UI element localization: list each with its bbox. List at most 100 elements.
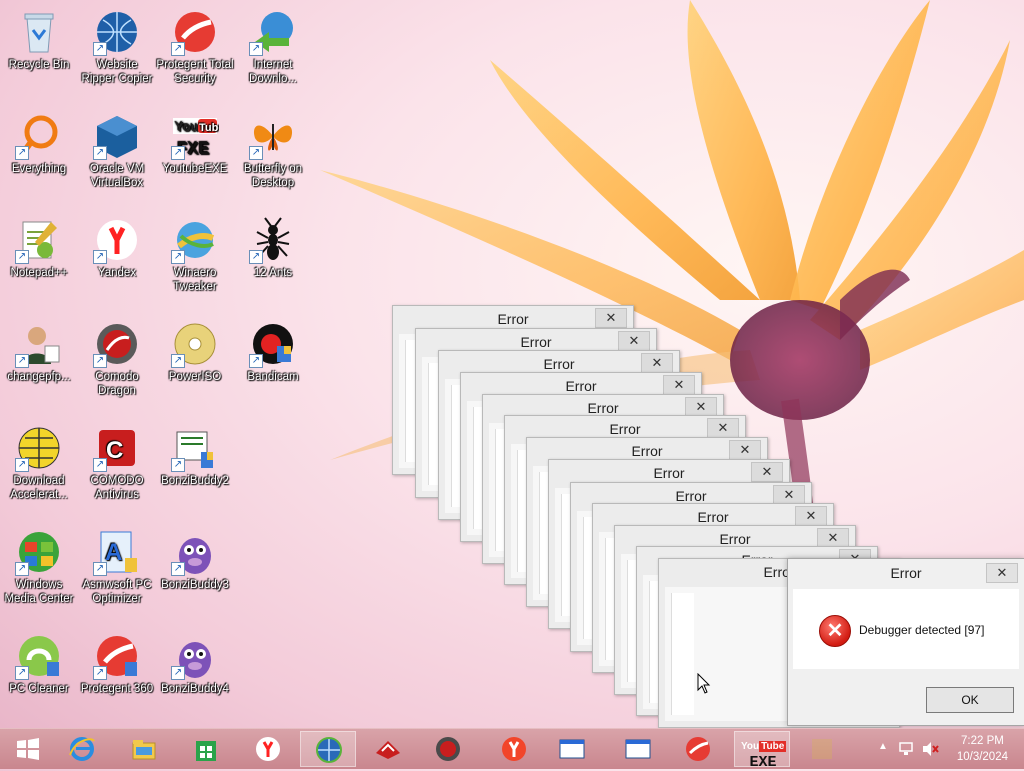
- desktop-icon[interactable]: ↗ Notepad++: [0, 210, 78, 310]
- desktop-icon[interactable]: ↗ BonziBuddy3: [156, 522, 234, 622]
- taskbar-button[interactable]: [544, 731, 600, 767]
- desktop-icon[interactable]: ↗ Yandex: [78, 210, 156, 310]
- protegent-360-icon: ↗: [93, 632, 141, 680]
- windows-store-icon: [192, 735, 220, 763]
- desktop-icon[interactable]: ↗ Everything: [0, 106, 78, 206]
- close-button[interactable]: ✕: [707, 418, 739, 438]
- desktop-icon[interactable]: ↗ PowerISO: [156, 314, 234, 414]
- blank-app-icon: [808, 735, 836, 763]
- shortcut-arrow-icon: ↗: [249, 42, 263, 56]
- close-button[interactable]: ✕: [817, 528, 849, 548]
- desktop-icon[interactable]: ↗ Download Accelerat...: [0, 418, 78, 518]
- volume-muted-icon[interactable]: [922, 741, 940, 757]
- desktop-icon[interactable]: A ↗ Asmwsoft PC Optimizer: [78, 522, 156, 622]
- bonzi-icon: ↗: [171, 528, 219, 576]
- taskbar-button[interactable]: [240, 731, 296, 767]
- close-button[interactable]: ✕: [986, 563, 1018, 583]
- desktop-icon[interactable]: ↗ BonziBuddy4: [156, 626, 234, 726]
- user-avatar-icon: ↗: [15, 320, 63, 368]
- desktop-icon[interactable]: ↗ Protegent Total Security: [156, 2, 234, 102]
- shortcut-arrow-icon: ↗: [171, 250, 185, 264]
- window-icon: [624, 735, 652, 763]
- desktop-icon-label: YoutubeEXE: [162, 163, 228, 175]
- desktop-icon[interactable]: ↗ Protegent 360: [78, 626, 156, 726]
- taskbar-button[interactable]: [610, 731, 666, 767]
- desktop-icon[interactable]: ↗ PC Cleaner: [0, 626, 78, 726]
- installer-icon: ↗: [171, 424, 219, 472]
- close-button[interactable]: ✕: [729, 440, 761, 460]
- desktop-icon-label: Butterfly on Desktop: [243, 163, 303, 189]
- desktop-icon-label: Website Ripper Copier: [81, 59, 153, 85]
- notepad-plus-plus-icon: ↗: [15, 216, 63, 264]
- close-button[interactable]: ✕: [773, 485, 805, 505]
- desktop-icon[interactable]: Recycle Bin: [0, 2, 78, 102]
- everything-search-icon: ↗: [15, 112, 63, 160]
- close-button[interactable]: ✕: [751, 462, 783, 482]
- desktop-icon[interactable]: ↗ BonziBuddy2: [156, 418, 234, 518]
- taskbar-button[interactable]: [670, 731, 726, 767]
- desktop-icon[interactable]: YouTubeFXE↗ YoutubeEXE: [156, 106, 234, 206]
- clock[interactable]: 7:22 PM 10/3/2024: [957, 733, 1008, 765]
- close-button[interactable]: ✕: [663, 375, 695, 395]
- taskbar-button[interactable]: [486, 731, 542, 767]
- bonzi-icon: ↗: [171, 632, 219, 680]
- close-button[interactable]: ✕: [685, 397, 717, 417]
- ok-button[interactable]: OK: [926, 687, 1014, 713]
- desktop-icon[interactable]: ↗ 12 Ants: [234, 210, 312, 310]
- desktop-icon[interactable]: C ↗ COMODO Antivirus: [78, 418, 156, 518]
- shortcut-arrow-icon: ↗: [15, 458, 29, 472]
- yandex-browser-icon: [500, 735, 528, 763]
- bandicam-icon: ↗: [249, 320, 297, 368]
- shortcut-arrow-icon: ↗: [249, 146, 263, 160]
- taskbar-button[interactable]: You Tube EXE: [734, 731, 790, 771]
- desktop-icon[interactable]: ↗ Bandicam: [234, 314, 312, 414]
- taskbar-button[interactable]: [360, 731, 416, 767]
- network-icon[interactable]: [898, 741, 914, 757]
- desktop-icon-label: Bandicam: [247, 371, 299, 383]
- taskbar-button[interactable]: [420, 731, 476, 767]
- desktop-icon-label: Comodo Dragon: [95, 371, 139, 397]
- taskbar: You Tube EXE ▲ 7:22 PM 10/3/2024: [0, 728, 1024, 771]
- taskbar-button[interactable]: [0, 731, 56, 767]
- taskbar-button[interactable]: [178, 731, 234, 767]
- recycle-bin-icon: [15, 8, 63, 56]
- ant-icon: ↗: [249, 216, 297, 264]
- shortcut-arrow-icon: ↗: [93, 250, 107, 264]
- close-button[interactable]: ✕: [595, 308, 627, 328]
- desktop-icon[interactable]: ↗ Internet Downlo...: [234, 2, 312, 102]
- close-button[interactable]: ✕: [795, 506, 827, 526]
- close-button[interactable]: ✕: [641, 353, 673, 373]
- globe-icon: ↗: [93, 8, 141, 56]
- taskbar-button[interactable]: [300, 731, 356, 767]
- shortcut-arrow-icon: ↗: [171, 146, 185, 160]
- protegent-icon: ↗: [171, 8, 219, 56]
- desktop-icon-label: Notepad++: [10, 267, 68, 279]
- file-explorer-icon: [130, 735, 158, 763]
- desktop-icon-label: Windows Media Center: [4, 579, 74, 605]
- desktop-icon-label: Download Accelerat...: [10, 475, 68, 501]
- shortcut-arrow-icon: ↗: [15, 354, 29, 368]
- tray-overflow-icon[interactable]: ▲: [878, 741, 888, 752]
- taskbar-button[interactable]: [54, 731, 110, 767]
- youtube-label: You: [741, 741, 760, 752]
- close-button[interactable]: ✕: [618, 331, 650, 351]
- desktop-icon-label: PC Cleaner: [9, 683, 69, 695]
- desktop-icon[interactable]: ↗ Winaero Tweaker: [156, 210, 234, 310]
- shortcut-arrow-icon: ↗: [171, 666, 185, 680]
- svg-text:A: A: [105, 539, 122, 566]
- desktop-icon[interactable]: ↗ Comodo Dragon: [78, 314, 156, 414]
- shortcut-arrow-icon: ↗: [15, 666, 29, 680]
- taskbar-button[interactable]: [794, 731, 850, 767]
- desktop-icon[interactable]: ↗ changepfp...: [0, 314, 78, 414]
- desktop-icon-label: Yandex: [97, 267, 137, 279]
- yandex-icon: ↗: [93, 216, 141, 264]
- desktop-icon[interactable]: ↗ Website Ripper Copier: [78, 2, 156, 102]
- shortcut-arrow-icon: ↗: [93, 42, 107, 56]
- error-message: Debugger detected [97]: [859, 623, 985, 637]
- desktop-icon[interactable]: ↗ Butterfly on Desktop: [234, 106, 312, 206]
- shortcut-arrow-icon: ↗: [171, 354, 185, 368]
- taskbar-button[interactable]: [116, 731, 172, 767]
- desktop-icon[interactable]: ↗ Windows Media Center: [0, 522, 78, 622]
- desktop-icon[interactable]: ↗ Oracle VM VirtualBox: [78, 106, 156, 206]
- desktop-icon-label: COMODO Antivirus: [90, 475, 144, 501]
